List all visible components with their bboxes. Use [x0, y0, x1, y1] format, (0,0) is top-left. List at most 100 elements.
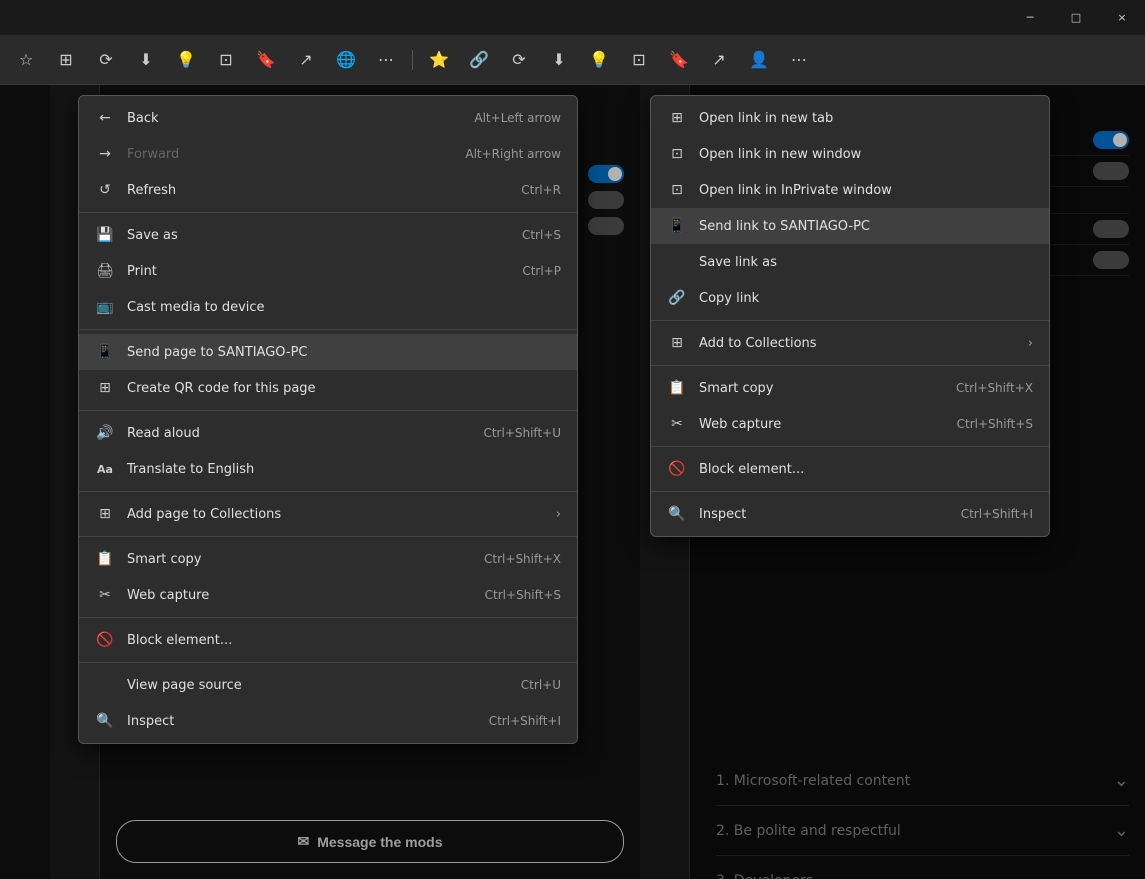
cm-right-block-label: Block element... — [699, 462, 804, 477]
new-window-icon: ⊡ — [667, 144, 687, 164]
cm-right-smart-copy[interactable]: 📋 Smart copy Ctrl+Shift+X — [651, 370, 1049, 406]
cm-left-read-aloud[interactable]: 🔊 Read aloud Ctrl+Shift+U — [79, 415, 577, 451]
toolbar-tips2[interactable]: 💡 — [581, 42, 617, 78]
add-collections-icon: ⊞ — [667, 333, 687, 353]
cm-right-new-tab[interactable]: ⊞ Open link in new tab — [651, 100, 1049, 136]
maximize-button[interactable]: □ — [1053, 0, 1099, 35]
toolbar-share[interactable]: ↗ — [288, 42, 324, 78]
inspect-left-icon: 🔍 — [95, 711, 115, 731]
web-capture-icon: ✂ — [95, 585, 115, 605]
page-content: ort ort ort ort ort ✉ Me — [0, 85, 1145, 879]
cm-right-save-link[interactable]: Save link as — [651, 244, 1049, 280]
cm-left-inspect-label: Inspect — [127, 714, 174, 729]
cm-left-view-source-shortcut: Ctrl+U — [521, 678, 561, 692]
cm-left-print-label: Print — [127, 264, 157, 279]
refresh-icon: ↺ — [95, 180, 115, 200]
cm-left-block-label: Block element... — [127, 633, 232, 648]
cm-left-refresh-label: Refresh — [127, 183, 176, 198]
cm-left-sep6 — [79, 617, 577, 618]
cm-left-forward-shortcut: Alt+Right arrow — [465, 147, 561, 161]
cm-right-save-link-label: Save link as — [699, 255, 777, 270]
block-icon: 🚫 — [95, 630, 115, 650]
toolbar-more2[interactable]: ⋯ — [781, 42, 817, 78]
cm-left-inspect[interactable]: 🔍 Inspect Ctrl+Shift+I — [79, 703, 577, 739]
cm-right-smart-copy-label: Smart copy — [699, 381, 774, 396]
toolbar-refresh2[interactable]: ⟳ — [501, 42, 537, 78]
cm-right-block-element[interactable]: 🚫 Block element... — [651, 451, 1049, 487]
smart-copy-icon: 📋 — [95, 549, 115, 569]
toolbar-bookmark[interactable]: 🔖 — [248, 42, 284, 78]
toolbar-bookmark2[interactable]: 🔖 — [661, 42, 697, 78]
cm-right-add-collections[interactable]: ⊞ Add to Collections › — [651, 325, 1049, 361]
toolbar-link[interactable]: 🔗 — [461, 42, 497, 78]
cm-right-add-collections-label: Add to Collections — [699, 336, 817, 351]
toolbar-adblock[interactable]: ⊡ — [208, 42, 244, 78]
toolbar-history[interactable]: ⟳ — [88, 42, 124, 78]
right-collections-arrow-icon: › — [1028, 336, 1033, 351]
close-button[interactable]: × — [1099, 0, 1145, 35]
toolbar-tips[interactable]: 💡 — [168, 42, 204, 78]
cm-right-copy-link-label: Copy link — [699, 291, 759, 306]
cm-left-back-shortcut: Alt+Left arrow — [474, 111, 561, 125]
toolbar-profile[interactable]: 🌐 — [328, 42, 364, 78]
cm-right-copy-link[interactable]: 🔗 Copy link — [651, 280, 1049, 316]
toolbar-profile-icon[interactable]: 👤 — [741, 42, 777, 78]
cm-left-send-page[interactable]: 📱 Send page to SANTIAGO-PC — [79, 334, 577, 370]
send-link-icon: 📱 — [667, 216, 687, 236]
cm-right-inprivate-label: Open link in InPrivate window — [699, 183, 892, 198]
cm-right-new-window[interactable]: ⊡ Open link in new window — [651, 136, 1049, 172]
cm-right-inspect[interactable]: 🔍 Inspect Ctrl+Shift+I — [651, 496, 1049, 532]
cm-right-new-window-label: Open link in new window — [699, 147, 861, 162]
cm-left-inspect-shortcut: Ctrl+Shift+I — [489, 714, 561, 728]
cm-left-send-page-label: Send page to SANTIAGO-PC — [127, 345, 307, 360]
inprivate-icon: ⊡ — [667, 180, 687, 200]
cm-left-web-capture-label: Web capture — [127, 588, 209, 603]
qr-icon: ⊞ — [95, 378, 115, 398]
cm-left-back[interactable]: ← Back Alt+Left arrow — [79, 100, 577, 136]
cm-left-refresh-shortcut: Ctrl+R — [521, 183, 561, 197]
cm-left-view-source[interactable]: View page source Ctrl+U — [79, 667, 577, 703]
toolbar-more[interactable]: ⋯ — [368, 42, 404, 78]
right-block-icon: 🚫 — [667, 459, 687, 479]
collections-icon: ⊞ — [95, 504, 115, 524]
cm-left-sep3 — [79, 410, 577, 411]
cm-left-translate[interactable]: Aa Translate to English — [79, 451, 577, 487]
cm-left-save-shortcut: Ctrl+S — [522, 228, 561, 242]
toolbar-adblock2[interactable]: ⊡ — [621, 42, 657, 78]
cm-right-web-capture[interactable]: ✂ Web capture Ctrl+Shift+S — [651, 406, 1049, 442]
cm-left-smart-copy[interactable]: 📋 Smart copy Ctrl+Shift+X — [79, 541, 577, 577]
cm-right-smart-copy-shortcut: Ctrl+Shift+X — [956, 381, 1033, 395]
cm-right-sep2 — [651, 365, 1049, 366]
toolbar-fav2[interactable]: ⭐ — [421, 42, 457, 78]
forward-icon: → — [95, 144, 115, 164]
toolbar-favorites[interactable]: ☆ — [8, 42, 44, 78]
cm-left-save-as[interactable]: 💾 Save as Ctrl+S — [79, 217, 577, 253]
cm-left-refresh[interactable]: ↺ Refresh Ctrl+R — [79, 172, 577, 208]
cm-right-send-link[interactable]: 📱 Send link to SANTIAGO-PC — [651, 208, 1049, 244]
cm-left-qr-code[interactable]: ⊞ Create QR code for this page — [79, 370, 577, 406]
cm-left-block-element[interactable]: 🚫 Block element... — [79, 622, 577, 658]
toolbar-downloads[interactable]: ⬇ — [128, 42, 164, 78]
right-inspect-icon: 🔍 — [667, 504, 687, 524]
cm-right-inprivate[interactable]: ⊡ Open link in InPrivate window — [651, 172, 1049, 208]
cm-left-read-aloud-label: Read aloud — [127, 426, 200, 441]
context-menu-left: ← Back Alt+Left arrow → Forward Alt+Righ… — [78, 95, 578, 744]
toolbar-download2[interactable]: ⬇ — [541, 42, 577, 78]
back-icon: ← — [95, 108, 115, 128]
right-smart-copy-icon: 📋 — [667, 378, 687, 398]
cm-left-cast[interactable]: 📺 Cast media to device — [79, 289, 577, 325]
toolbar-collections[interactable]: ⊞ — [48, 42, 84, 78]
cm-right-web-capture-label: Web capture — [699, 417, 781, 432]
cm-left-forward: → Forward Alt+Right arrow — [79, 136, 577, 172]
minimize-button[interactable]: ─ — [1007, 0, 1053, 35]
cm-left-add-collections[interactable]: ⊞ Add page to Collections › — [79, 496, 577, 532]
cm-right-web-capture-shortcut: Ctrl+Shift+S — [957, 417, 1033, 431]
cm-left-print[interactable]: 🖨 Print Ctrl+P — [79, 253, 577, 289]
cm-right-inspect-label: Inspect — [699, 507, 746, 522]
read-aloud-icon: 🔊 — [95, 423, 115, 443]
cm-left-web-capture[interactable]: ✂ Web capture Ctrl+Shift+S — [79, 577, 577, 613]
toolbar-share2[interactable]: ↗ — [701, 42, 737, 78]
cm-left-translate-label: Translate to English — [127, 462, 254, 477]
cm-left-print-shortcut: Ctrl+P — [522, 264, 561, 278]
titlebar: ─ □ × — [0, 0, 1145, 35]
